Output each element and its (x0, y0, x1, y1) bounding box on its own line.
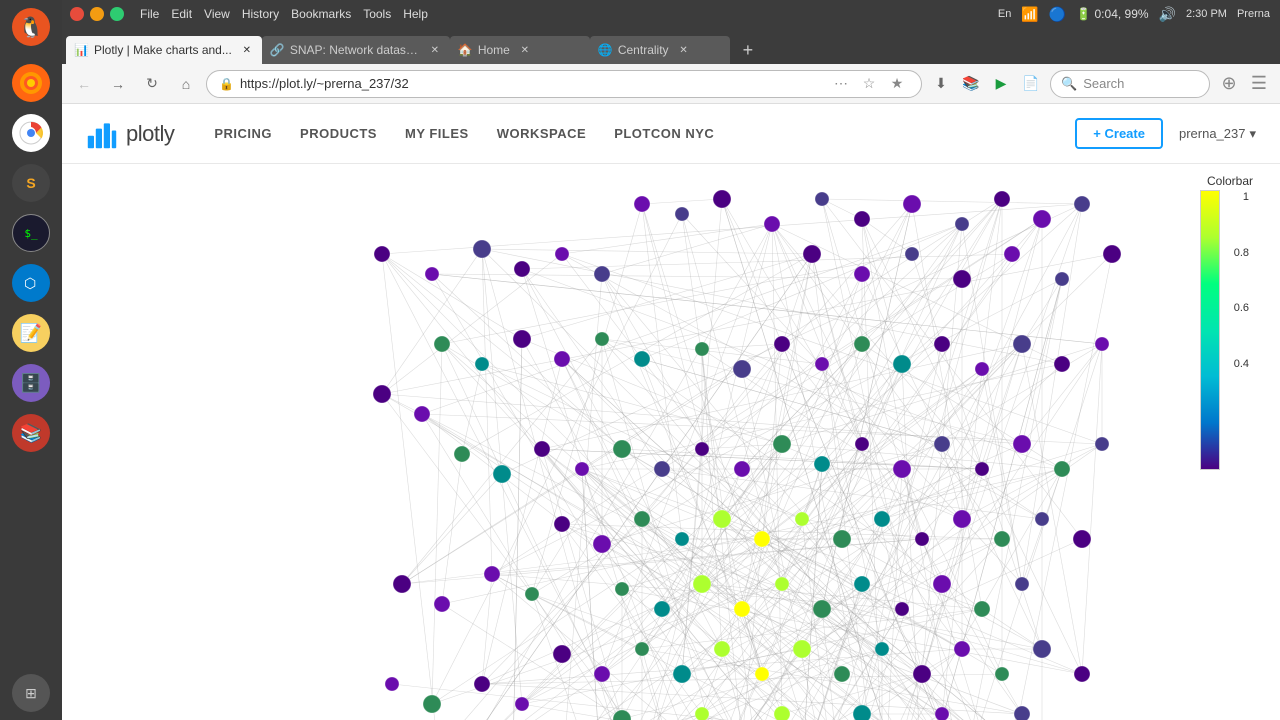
colorbar-tick-06: 0.6 (1234, 302, 1249, 314)
tab-home[interactable]: 🏠 Home ✕ (450, 36, 590, 64)
menu-edit[interactable]: Edit (171, 7, 192, 21)
clock: 2:30 PM (1186, 8, 1227, 20)
home-button[interactable]: ⌂ (172, 70, 200, 98)
tabs-bar: 📊 Plotly | Make charts and... ✕ 🔗 SNAP: … (62, 28, 1280, 64)
bookmark-star-icon[interactable]: ★ (885, 72, 909, 96)
menu-history[interactable]: History (242, 7, 279, 21)
keyboard-lang: En (998, 8, 1011, 20)
os-taskbar: 🐧 S $_ ⬡ 📝 🗄️ 📚 ⊞ (0, 0, 62, 720)
titlebar-right: En 📶 🔵 🔋 0:04, 99% 🔊 2:30 PM Prerna (998, 6, 1280, 23)
chrome-icon[interactable] (12, 114, 50, 152)
window-controls (62, 7, 132, 21)
books-icon[interactable]: 📚 (12, 414, 50, 452)
search-placeholder: Search (1083, 76, 1124, 91)
maximize-button[interactable] (110, 7, 124, 21)
nav-workspace[interactable]: WORKSPACE (497, 126, 586, 141)
centrality-favicon: 🌐 (598, 43, 612, 57)
files-icon[interactable]: 🗄️ (12, 364, 50, 402)
menu-help[interactable]: Help (403, 7, 428, 21)
user-name: Prerna (1237, 8, 1270, 20)
colorbar-gradient: 1 0.8 0.6 0.4 (1200, 190, 1220, 470)
tab-centrality[interactable]: 🌐 Centrality ✕ (590, 36, 730, 64)
menu-tools[interactable]: Tools (363, 7, 391, 21)
username: prerna_237 (1179, 126, 1246, 141)
terminal-icon[interactable]: $_ (12, 214, 50, 252)
toolbar-icons: ⬇ 📚 ▶ 📄 (928, 71, 1044, 97)
menu-view[interactable]: View (204, 7, 230, 21)
right-toolbar-icons: ⊕ ☰ (1216, 71, 1272, 97)
tab-snap-label: SNAP: Network dataset... (290, 43, 420, 57)
nav-pricing[interactable]: PRICING (214, 126, 272, 141)
url-input[interactable]: 🔒 https://plot.ly/~prerna_237/32 ⋯ ☆ ★ (206, 70, 922, 98)
notes-icon[interactable]: 📝 (12, 314, 50, 352)
forward-button[interactable]: → (104, 70, 132, 98)
screenshot-icon[interactable]: ⊞ (12, 674, 50, 712)
tab-home-close[interactable]: ✕ (518, 43, 532, 57)
main-content: Colorbar 1 0.8 0.6 0.4 (62, 164, 1280, 720)
plotly-header-right: + Create prerna_237 ▾ (1075, 118, 1256, 149)
titlebar: File Edit View History Bookmarks Tools H… (62, 0, 1280, 28)
star-icon[interactable]: ☆ (857, 72, 881, 96)
tab-plotly-label: Plotly | Make charts and... (94, 43, 232, 57)
snap-favicon: 🔗 (270, 43, 284, 57)
svg-text:⬡: ⬡ (24, 275, 36, 291)
download-icon[interactable]: ⬇ (928, 71, 954, 97)
new-tab-button[interactable]: + (734, 36, 762, 64)
url-actions: ⋯ ☆ ★ (829, 72, 909, 96)
volume-icon: 🔊 (1159, 6, 1176, 23)
plotly-nav: PRICING PRODUCTS MY FILES WORKSPACE PLOT… (214, 126, 714, 141)
play-icon[interactable]: ▶ (988, 71, 1014, 97)
colorbar-tick-08: 0.8 (1234, 247, 1249, 259)
plotly-logo-text: plotly (126, 121, 174, 147)
browser-window: 📊 Plotly | Make charts and... ✕ 🔗 SNAP: … (62, 28, 1280, 720)
vscode-icon[interactable]: ⬡ (12, 264, 50, 302)
back-button[interactable]: ← (70, 70, 98, 98)
search-icon: 🔍 (1061, 76, 1077, 92)
menu-file[interactable]: File (140, 7, 159, 21)
menu-bookmarks[interactable]: Bookmarks (291, 7, 351, 21)
url-text: https://plot.ly/~prerna_237/32 (240, 76, 823, 91)
firefox-icon[interactable] (12, 64, 50, 102)
plotly-header: plotly PRICING PRODUCTS MY FILES WORKSPA… (62, 104, 1280, 164)
user-menu[interactable]: prerna_237 ▾ (1179, 126, 1256, 142)
wifi-icon: 📶 (1021, 6, 1038, 23)
minimize-button[interactable] (90, 7, 104, 21)
nav-products[interactable]: PRODUCTS (300, 126, 377, 141)
tab-plotly[interactable]: 📊 Plotly | Make charts and... ✕ (66, 36, 262, 64)
colorbar: Colorbar 1 0.8 0.6 0.4 (1200, 174, 1260, 475)
bookmark-icon[interactable]: ⋯ (829, 72, 853, 96)
bluetooth-icon: 🔵 (1049, 6, 1066, 23)
search-box[interactable]: 🔍 Search (1050, 70, 1210, 98)
graph-canvas[interactable] (62, 164, 1280, 720)
colorbar-title: Colorbar (1200, 174, 1260, 188)
tab-centrality-label: Centrality (618, 43, 669, 57)
tab-snap-close[interactable]: ✕ (428, 43, 442, 57)
tab-plotly-close[interactable]: ✕ (240, 43, 254, 57)
ssl-lock-icon: 🔒 (219, 77, 234, 91)
reader-icon[interactable]: 📄 (1018, 71, 1044, 97)
reload-button[interactable]: ↻ (138, 70, 166, 98)
tab-home-label: Home (478, 43, 510, 57)
colorbar-tick-1: 1 (1243, 191, 1249, 203)
menu-icon[interactable]: ☰ (1246, 71, 1272, 97)
network-graph-svg (62, 164, 1280, 720)
tab-centrality-close[interactable]: ✕ (677, 43, 691, 57)
plotly-logo[interactable]: plotly (86, 118, 174, 150)
create-button[interactable]: + Create (1075, 118, 1163, 149)
close-button[interactable] (70, 7, 84, 21)
chevron-down-icon: ▾ (1249, 126, 1256, 142)
nav-myfiles[interactable]: MY FILES (405, 126, 469, 141)
tab-snap[interactable]: 🔗 SNAP: Network dataset... ✕ (262, 36, 450, 64)
url-bar: ← → ↻ ⌂ 🔒 https://plot.ly/~prerna_237/32… (62, 64, 1280, 104)
plotly-favicon: 📊 (74, 43, 88, 57)
nav-plotcon[interactable]: PLOTCON NYC (614, 126, 714, 141)
sublime-icon[interactable]: S (12, 164, 50, 202)
colorbar-tick-04: 0.4 (1234, 358, 1249, 370)
extensions-icon[interactable]: ⊕ (1216, 71, 1242, 97)
battery-icon: 🔋 0:04, 99% (1076, 7, 1148, 21)
library-icon[interactable]: 📚 (958, 71, 984, 97)
ubuntu-icon[interactable]: 🐧 (12, 8, 50, 46)
home-favicon: 🏠 (458, 43, 472, 57)
titlebar-menu: File Edit View History Bookmarks Tools H… (132, 7, 436, 21)
